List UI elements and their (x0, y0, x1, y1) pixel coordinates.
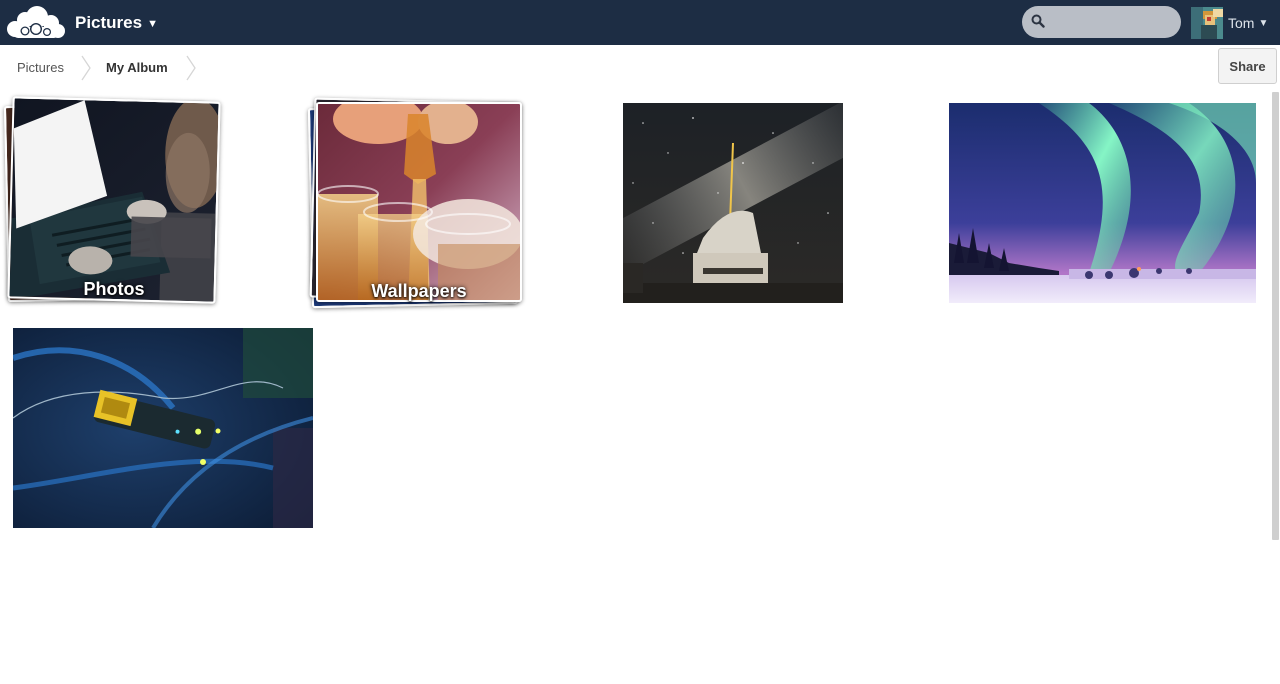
user-menu-toggle[interactable]: Tom ▼ (1228, 0, 1268, 45)
vertical-scrollbar[interactable] (1272, 92, 1279, 540)
controls-bar: Pictures My Album Share (0, 45, 1280, 90)
breadcrumb-separator-icon (186, 55, 196, 81)
breadcrumb-item-pictures[interactable]: Pictures (17, 45, 64, 90)
photo-thumbnail[interactable] (623, 103, 843, 303)
photo-thumbnail[interactable] (13, 328, 313, 528)
search-icon (1031, 14, 1045, 28)
album-photos[interactable]: Photos (3, 96, 224, 306)
header-bar: Pictures ▼ Tom ▼ (0, 0, 1280, 45)
app-name: Pictures (75, 12, 143, 32)
search-input[interactable] (1052, 6, 1172, 38)
photo-thumbnail[interactable] (949, 103, 1256, 303)
breadcrumb-separator-icon (81, 55, 91, 81)
chevron-down-icon: ▼ (1258, 17, 1269, 29)
avatar[interactable] (1191, 7, 1223, 39)
album-cover-image (318, 104, 520, 300)
share-button[interactable]: Share (1218, 48, 1277, 84)
app-menu-toggle[interactable]: Pictures ▼ (75, 0, 158, 45)
photo-image-circuit-board (13, 328, 313, 528)
photo-image-aurora (949, 103, 1256, 303)
user-name: Tom (1228, 14, 1255, 31)
search-box[interactable] (1022, 6, 1181, 38)
chevron-down-icon: ▼ (147, 17, 158, 30)
album-wallpapers[interactable]: Wallpapers (306, 96, 530, 310)
photo-image-observatory (623, 103, 843, 303)
album-cover-image (9, 98, 219, 302)
user-avatar-image (1191, 7, 1223, 39)
owncloud-logo-icon[interactable] (5, 5, 67, 39)
album-cover (316, 102, 522, 302)
breadcrumb-item-my-album[interactable]: My Album (106, 45, 168, 90)
album-cover (7, 96, 221, 304)
